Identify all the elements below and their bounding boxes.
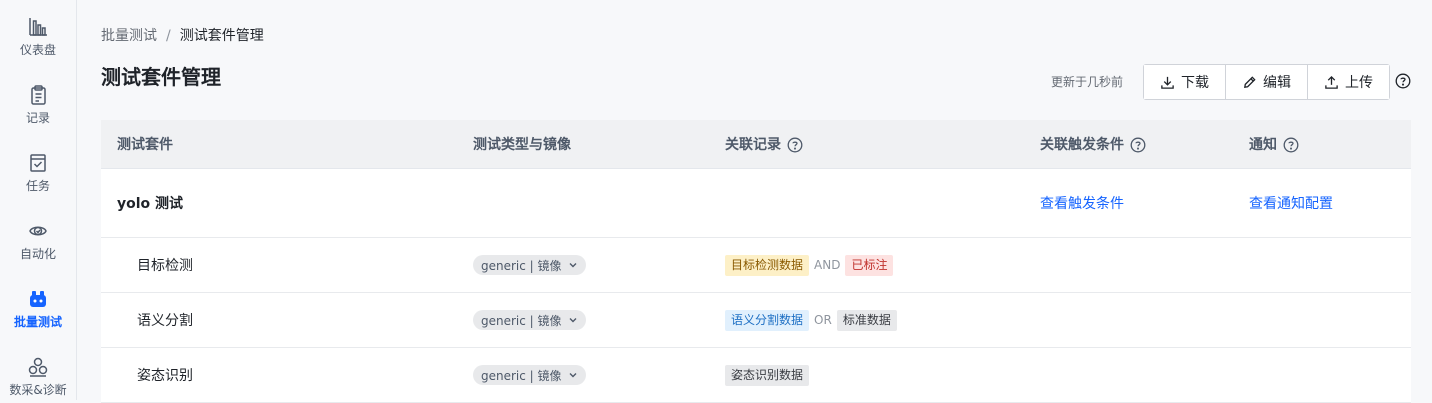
download-label: 下载 [1181, 75, 1209, 91]
sidebar-item-label: 数采&诊断 [9, 383, 67, 397]
table-row: 语义分割 generic | 镜像 语义分割数据 OR 标准数据 [101, 293, 1411, 348]
breadcrumb-current: 测试套件管理 [179, 28, 264, 44]
suite-name: 姿态识别 [137, 368, 193, 384]
column-header-label: 关联记录 [725, 137, 781, 153]
chevron-down-icon [568, 260, 578, 270]
sidebar-item-dashboard[interactable]: 仪表盘 [0, 16, 76, 58]
upload-icon [1324, 75, 1339, 90]
type-image-select[interactable]: generic | 镜像 [473, 255, 586, 275]
chevron-down-icon [568, 370, 578, 380]
sidebar-item-label: 仪表盘 [19, 43, 56, 57]
breadcrumb-parent[interactable]: 批量测试 [101, 28, 157, 44]
type-image-select[interactable]: generic | 镜像 [473, 310, 586, 330]
batch-test-icon [27, 288, 49, 310]
sidebar-item-diagnosis[interactable]: 数采&诊断 [0, 356, 76, 398]
updated-timestamp: 更新于几秒前 [1051, 75, 1124, 89]
view-triggers-link[interactable]: 查看触发条件 [1040, 193, 1124, 213]
column-header-suite: 测试套件 [117, 120, 173, 168]
upload-button[interactable]: 上传 [1308, 65, 1389, 99]
record-operator: OR [814, 313, 832, 327]
download-button[interactable]: 下载 [1144, 65, 1226, 99]
suite-name: 语义分割 [137, 313, 193, 329]
help-circle-icon[interactable] [1130, 137, 1146, 152]
sidebar-item-batch-test[interactable]: 批量测试 [0, 288, 76, 330]
sidebar-item-label: 记录 [25, 111, 50, 125]
table-row-group: yolo 测试 查看触发条件 查看通知配置 [101, 169, 1411, 238]
record-tag: 已标注 [845, 254, 894, 276]
column-header-notify: 通知 [1249, 120, 1299, 168]
edit-label: 编辑 [1263, 75, 1291, 91]
automation-icon [27, 220, 49, 242]
table-header-row: 测试套件 测试类型与镜像 关联记录 关联触发条件 通知 [101, 120, 1411, 169]
type-image-value: generic | 镜像 [481, 258, 562, 273]
record-tag: 目标检测数据 [725, 254, 810, 276]
column-header-label: 测试套件 [117, 137, 173, 153]
record-tag: 语义分割数据 [725, 309, 810, 331]
column-header-type-image: 测试类型与镜像 [473, 120, 571, 168]
type-image-value: generic | 镜像 [481, 313, 562, 328]
suite-group-name: yolo 测试 [117, 196, 184, 212]
sidebar-item-automation[interactable]: 自动化 [0, 220, 76, 262]
toolbar-button-group: 下载 编辑 上传 [1143, 64, 1390, 100]
clipboard-icon [27, 84, 49, 106]
task-check-icon [27, 152, 49, 174]
diagnosis-icon [27, 356, 49, 378]
column-header-label: 测试类型与镜像 [473, 137, 571, 153]
chevron-down-icon [568, 315, 578, 325]
suite-name: 目标检测 [137, 258, 193, 274]
test-suite-table: 测试套件 测试类型与镜像 关联记录 关联触发条件 通知 yolo 测试 查看触发… [101, 120, 1411, 403]
column-header-label: 通知 [1249, 137, 1277, 153]
main-content: 批量测试 / 测试套件管理 测试套件管理 更新于几秒前 下载 编辑 上传 测试套… [77, 0, 1432, 403]
type-image-value: generic | 镜像 [481, 368, 562, 383]
record-tag: 姿态识别数据 [725, 364, 810, 386]
column-header-triggers: 关联触发条件 [1040, 120, 1146, 168]
table-row: 姿态识别 generic | 镜像 姿态识别数据 [101, 348, 1411, 403]
type-image-select[interactable]: generic | 镜像 [473, 365, 586, 385]
edit-button[interactable]: 编辑 [1226, 65, 1308, 99]
sidebar: 仪表盘 记录 任务 自动化 批量测试 数采&诊断 [0, 0, 77, 400]
column-header-label: 关联触发条件 [1040, 137, 1124, 153]
breadcrumb-separator: / [166, 28, 171, 44]
page-title: 测试套件管理 [101, 65, 221, 89]
sidebar-item-records[interactable]: 记录 [0, 84, 76, 126]
record-operator: AND [814, 258, 841, 272]
sidebar-item-tasks[interactable]: 任务 [0, 152, 76, 194]
upload-label: 上传 [1345, 75, 1373, 91]
dashboard-chart-icon [27, 16, 49, 38]
breadcrumb: 批量测试 / 测试套件管理 [101, 25, 264, 45]
help-circle-icon[interactable] [787, 137, 803, 152]
help-circle-icon[interactable] [1395, 73, 1411, 89]
download-icon [1160, 75, 1175, 90]
help-circle-icon[interactable] [1283, 137, 1299, 152]
sidebar-item-label: 批量测试 [13, 315, 62, 329]
pencil-icon [1242, 75, 1257, 90]
column-header-records: 关联记录 [725, 120, 803, 168]
record-tag: 标准数据 [836, 309, 897, 331]
table-row: 目标检测 generic | 镜像 目标检测数据 AND 已标注 [101, 238, 1411, 293]
sidebar-item-label: 自动化 [19, 247, 56, 261]
sidebar-item-label: 任务 [25, 179, 50, 193]
view-notify-config-link[interactable]: 查看通知配置 [1249, 193, 1333, 213]
